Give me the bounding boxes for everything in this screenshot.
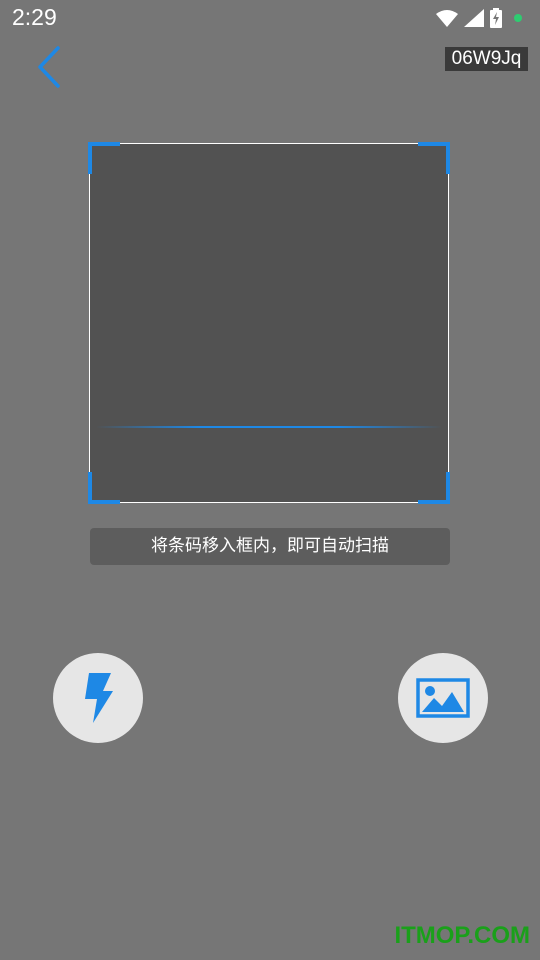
notification-dot: [514, 14, 522, 22]
wifi-icon: [436, 10, 458, 27]
image-icon: [416, 678, 470, 718]
lightning-icon: [85, 673, 113, 723]
scan-line: [96, 426, 442, 428]
flashlight-button[interactable]: [53, 653, 143, 743]
corner-bottom-right: [418, 472, 450, 504]
gallery-button[interactable]: [398, 653, 488, 743]
battery-charging-icon: [490, 8, 502, 28]
status-time: 2:29: [12, 4, 57, 30]
watermark: ITMOP.COM: [394, 922, 530, 949]
chevron-left-icon: [38, 46, 60, 88]
status-bar: 2:29: [0, 0, 540, 36]
back-button[interactable]: [28, 44, 72, 90]
corner-bottom-left: [88, 472, 120, 504]
scan-frame: [88, 142, 450, 504]
scan-hint: 将条码移入框内，即可自动扫描: [90, 528, 450, 565]
corner-top-left: [88, 142, 120, 174]
code-badge: 06W9Jq: [445, 47, 528, 71]
corner-top-right: [418, 142, 450, 174]
status-icons: [436, 8, 522, 28]
cell-signal-icon: [464, 9, 484, 27]
